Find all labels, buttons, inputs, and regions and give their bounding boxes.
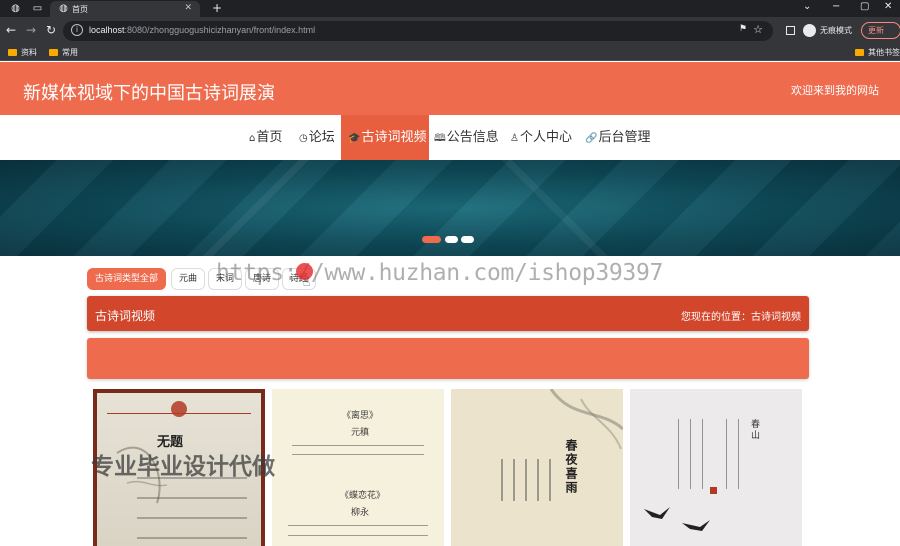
maximize-icon[interactable]: ▢ bbox=[860, 1, 869, 12]
browser-tab-active[interactable]: ◍ 首页 ✕ bbox=[50, 1, 200, 17]
link-icon: 🔗 bbox=[585, 133, 598, 144]
breadcrumb: 您现在的位置：古诗词视频 bbox=[681, 308, 801, 323]
home-icon: ⌂ bbox=[249, 133, 256, 144]
nav-item-profile[interactable]: ♙个人中心 bbox=[510, 115, 572, 160]
browser-address-bar: ← → ↻ i localhost:8080/zhongguogushicizh… bbox=[0, 17, 900, 44]
card-poem-title: 春夜喜雨 bbox=[564, 439, 578, 495]
site-info-icon[interactable]: i bbox=[71, 24, 83, 36]
nav-item-home[interactable]: ⌂首页 bbox=[249, 115, 282, 160]
orange-banner-strip bbox=[87, 338, 809, 379]
tab-title: 首页 bbox=[72, 5, 88, 14]
incognito-label: 无痕模式 bbox=[820, 26, 852, 35]
new-tab-button[interactable]: + bbox=[212, 1, 222, 15]
pointer-cursor-icon: ☝ bbox=[303, 275, 311, 289]
nav-item-admin[interactable]: 🔗后台管理 bbox=[585, 115, 650, 160]
tab-strip-icon[interactable]: ▭ bbox=[32, 3, 43, 14]
banner-carousel[interactable] bbox=[0, 160, 900, 256]
nav-item-label: 个人中心 bbox=[519, 130, 572, 145]
section-header: 古诗词视频 您现在的位置：古诗词视频 bbox=[87, 296, 809, 331]
card-poem-subauthor: 柳永 bbox=[351, 508, 370, 518]
back-icon[interactable]: ← bbox=[6, 23, 16, 37]
bookmark-star-icon[interactable]: ☆ bbox=[753, 23, 763, 36]
nav-item-videos[interactable]: 🎓古诗词视频 bbox=[341, 115, 429, 160]
update-button[interactable]: 更新 bbox=[861, 22, 900, 39]
card-text-lines bbox=[288, 525, 428, 526]
bookmark-label: 资料 bbox=[21, 48, 37, 57]
nav-item-forum[interactable]: ◷论坛 bbox=[299, 115, 335, 160]
carousel-dot-3[interactable] bbox=[461, 236, 474, 243]
folder-icon bbox=[855, 49, 864, 56]
carousel-dot-1[interactable] bbox=[422, 236, 441, 243]
url-host: localhost bbox=[89, 25, 125, 35]
card3-branch bbox=[549, 389, 623, 450]
graduation-icon: 🎓 bbox=[348, 133, 361, 144]
folder-icon bbox=[8, 49, 17, 56]
watermark-text: 专业毕业设计代做 bbox=[91, 454, 275, 480]
filter-yuanqu[interactable]: 元曲 bbox=[171, 268, 206, 290]
forward-icon[interactable]: → bbox=[26, 23, 36, 37]
card-poem-author: 元稹 bbox=[351, 428, 370, 438]
browser-tab-bar: ◍ ▭ ◍ 首页 ✕ + ⌄ − ▢ ✕ bbox=[0, 0, 900, 17]
card-poem-title: 《离思》 bbox=[342, 411, 379, 421]
video-card[interactable]: 《离思》 元稹 《蝶恋花》 柳永 bbox=[272, 389, 444, 546]
incognito-avatar-icon[interactable] bbox=[803, 24, 816, 37]
close-window-icon[interactable]: ✕ bbox=[884, 1, 892, 12]
site-title: 新媒体视域下的中国古诗词展演 bbox=[23, 83, 275, 104]
tab-search-icon[interactable]: ⌄ bbox=[803, 1, 811, 12]
video-card[interactable]: 春山 bbox=[630, 389, 802, 546]
book-icon: 🕮 bbox=[434, 133, 446, 144]
url-text: localhost:8080/zhongguogushicizhanyan/fr… bbox=[89, 25, 315, 35]
bookmark-label: 其他书签 bbox=[868, 48, 900, 57]
translate-icon[interactable]: ⚑ bbox=[739, 24, 747, 34]
url-field[interactable]: i localhost:8080/zhongguogushicizhanyan/… bbox=[63, 21, 773, 41]
section-title: 古诗词视频 bbox=[95, 309, 156, 323]
swallow-birds bbox=[644, 507, 710, 531]
nav-item-label: 公告信息 bbox=[446, 130, 499, 145]
nav-item-notices[interactable]: 🕮公告信息 bbox=[434, 115, 499, 160]
minimize-icon[interactable]: − bbox=[832, 1, 840, 12]
reload-icon[interactable]: ↻ bbox=[46, 23, 56, 37]
card-text-lines bbox=[292, 445, 424, 446]
clock-icon: ◷ bbox=[299, 133, 308, 144]
user-icon: ♙ bbox=[510, 133, 519, 144]
watermark-url: https://www.huzhan.com/ishop39397 bbox=[216, 260, 664, 286]
tab-favicon-icon: ◍ bbox=[59, 3, 68, 14]
url-path: :8080/zhongguogushicizhanyan/front/index… bbox=[124, 25, 316, 35]
video-card[interactable]: 春夜喜雨 bbox=[451, 389, 623, 546]
carousel-dot-2[interactable] bbox=[445, 236, 458, 243]
bookmark-label: 常用 bbox=[62, 48, 78, 57]
browser-app-icon[interactable]: ◍ bbox=[10, 3, 21, 14]
site-header: 新媒体视域下的中国古诗词展演 欢迎来到我的网站 bbox=[0, 62, 900, 115]
card-text-lines bbox=[501, 459, 503, 501]
main-nav: ⌂首页 ◷论坛 🎓古诗词视频 🕮公告信息 ♙个人中心 🔗后台管理 bbox=[0, 115, 900, 160]
side-panel-icon[interactable] bbox=[786, 26, 795, 35]
nav-item-label: 古诗词视频 bbox=[361, 130, 427, 145]
bookmarks-bar: 资料 常用 其他书签 bbox=[0, 44, 900, 61]
nav-item-label: 论坛 bbox=[308, 130, 335, 145]
card-poem-subtitle: 《蝶恋花》 bbox=[340, 491, 386, 501]
other-bookmarks[interactable]: 其他书签 bbox=[855, 47, 900, 58]
nav-item-label: 首页 bbox=[256, 130, 283, 145]
breadcrumb-current[interactable]: 古诗词视频 bbox=[751, 312, 801, 323]
bookmark-folder-2[interactable]: 常用 bbox=[49, 47, 78, 58]
welcome-text: 欢迎来到我的网站 bbox=[791, 84, 879, 97]
folder-icon bbox=[49, 49, 58, 56]
filter-all[interactable]: 古诗词类型全部 bbox=[87, 268, 167, 290]
breadcrumb-prefix: 您现在的位置： bbox=[681, 312, 751, 323]
bookmark-folder-1[interactable]: 资料 bbox=[8, 47, 37, 58]
tab-close-icon[interactable]: ✕ bbox=[184, 3, 192, 13]
nav-item-label: 后台管理 bbox=[598, 130, 651, 145]
